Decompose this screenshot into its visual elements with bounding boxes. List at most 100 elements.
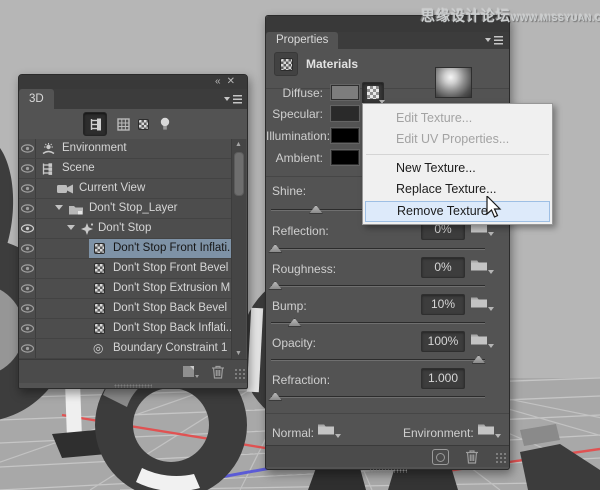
- reflection-slider[interactable]: [268, 244, 485, 254]
- diffuse-color-swatch[interactable]: [331, 85, 359, 100]
- menu-item-new-texture[interactable]: New Texture...: [365, 158, 550, 179]
- new-item-button[interactable]: [182, 365, 199, 379]
- constraint-icon: ◎: [93, 341, 104, 355]
- panel-drag-handle[interactable]: [368, 469, 407, 473]
- filter-scene-button[interactable]: [83, 112, 107, 136]
- visibility-toggle[interactable]: [19, 199, 36, 218]
- row-label: Environment: [62, 142, 127, 154]
- scroll-up-icon[interactable]: ▲: [235, 141, 242, 148]
- visibility-toggle[interactable]: [19, 339, 36, 358]
- 3d-panel: «✕ 3D Environment Scene Current View Don…: [18, 74, 248, 389]
- diffuse-texture-button[interactable]: [362, 82, 385, 104]
- folder-icon: [471, 260, 487, 271]
- normal-texture-button[interactable]: [318, 422, 341, 442]
- reflection-label: Reflection:: [272, 224, 329, 238]
- delete-trash-button[interactable]: [465, 449, 479, 464]
- tree-row-current-view[interactable]: Current View: [19, 179, 231, 199]
- resize-grip[interactable]: [495, 452, 506, 463]
- collapse-panel-icon[interactable]: «: [215, 76, 227, 87]
- material-checker-icon: [94, 323, 105, 334]
- 3d-panel-titlebar[interactable]: «✕: [19, 75, 247, 89]
- tree-row-material[interactable]: Don't Stop Front Bevel ...: [19, 259, 241, 279]
- tree-row-scene[interactable]: Scene: [19, 159, 231, 179]
- panel-menu-icon[interactable]: [224, 94, 242, 105]
- row-label: Don't Stop Extrusion M...: [113, 282, 240, 294]
- scrollbar[interactable]: ▲ ▼: [231, 139, 246, 359]
- section-title: Materials: [306, 57, 359, 71]
- roughness-texture-button[interactable]: [471, 258, 494, 278]
- roughness-value[interactable]: 0%: [421, 257, 465, 278]
- folder-icon: [471, 334, 487, 345]
- tree-row-material[interactable]: Don't Stop Back Bevel ...: [19, 299, 240, 319]
- bump-value[interactable]: 10%: [421, 294, 465, 315]
- refraction-slider[interactable]: [268, 392, 485, 402]
- close-panel-icon[interactable]: ✕: [227, 76, 241, 87]
- opacity-slider[interactable]: [271, 355, 486, 365]
- material-checker-icon: [94, 243, 105, 254]
- visibility-toggle[interactable]: [19, 239, 36, 258]
- tree-row-material[interactable]: Don't Stop Back Inflati...: [19, 319, 235, 339]
- diffuse-label: Diffuse:: [282, 86, 323, 100]
- ambient-color-swatch[interactable]: [331, 150, 359, 165]
- opacity-row: Opacity: 100%: [266, 331, 509, 353]
- watermark-site-url: WWW.MISSYUAN.COM: [511, 13, 600, 23]
- illumination-color-swatch[interactable]: [331, 128, 359, 143]
- panel-drag-handle[interactable]: [114, 384, 152, 388]
- watermark-site-name: 思缘设计论坛: [421, 8, 511, 24]
- eye-icon: [20, 324, 34, 333]
- delete-trash-button[interactable]: [211, 365, 225, 379]
- scene-tree-icon: [90, 118, 101, 130]
- material-preview-sphere[interactable]: [435, 67, 472, 98]
- menu-item-edit-uv-properties: Edit UV Properties...: [396, 132, 510, 146]
- visibility-toggle[interactable]: [19, 279, 36, 298]
- roughness-label: Roughness:: [272, 262, 337, 276]
- diffuse-row: Diffuse:: [266, 67, 509, 104]
- visibility-toggle[interactable]: [19, 299, 36, 318]
- environment-texture-button[interactable]: [478, 422, 501, 442]
- visibility-toggle[interactable]: [19, 319, 36, 338]
- folder-icon: [318, 424, 334, 435]
- properties-tabrow: Properties: [266, 32, 509, 49]
- mesh-grid-icon: [116, 117, 130, 131]
- tree-row-material-selected[interactable]: Don't Stop Front Inflati...: [19, 239, 237, 259]
- eye-icon: [20, 184, 34, 193]
- tree-row-material[interactable]: Don't Stop Extrusion M...: [19, 279, 240, 299]
- eye-icon: [20, 264, 34, 273]
- opacity-texture-button[interactable]: [471, 332, 494, 352]
- scroll-down-icon[interactable]: ▼: [235, 350, 242, 357]
- roughness-slider[interactable]: [268, 281, 485, 291]
- menu-item-remove-texture[interactable]: Remove Texture: [365, 201, 550, 222]
- visibility-toggle[interactable]: [19, 179, 36, 198]
- panel-menu-icon[interactable]: [485, 35, 503, 46]
- folder-icon: [478, 424, 494, 435]
- filter-light-button[interactable]: [153, 112, 177, 136]
- opacity-value[interactable]: 100%: [421, 331, 465, 352]
- menu-item-replace-texture[interactable]: Replace Texture...: [365, 179, 550, 200]
- row-label: Don't Stop: [98, 222, 152, 234]
- texture-context-menu: Edit Texture... Edit UV Properties... Ne…: [362, 103, 553, 225]
- specular-color-swatch[interactable]: [331, 106, 359, 121]
- refraction-value[interactable]: 1.000: [421, 368, 465, 389]
- visibility-toggle[interactable]: [19, 139, 36, 158]
- tree-row-constraint[interactable]: ◎ Boundary Constraint 1: [19, 339, 231, 359]
- filter-material-button[interactable]: [131, 112, 155, 136]
- row-label: Don't Stop_Layer: [89, 202, 178, 214]
- row-label: Don't Stop Front Bevel ...: [113, 262, 242, 274]
- tab-3d[interactable]: 3D: [19, 89, 54, 109]
- visibility-toggle[interactable]: [19, 219, 36, 238]
- tree-row-environment[interactable]: Environment: [19, 139, 231, 159]
- material-ball-button[interactable]: [432, 449, 449, 465]
- refraction-row: Refraction: 1.000: [266, 368, 509, 390]
- visibility-toggle[interactable]: [19, 159, 36, 178]
- visibility-toggle[interactable]: [19, 259, 36, 278]
- bump-texture-button[interactable]: [471, 295, 494, 315]
- collapse-expander-icon[interactable]: [55, 205, 63, 210]
- tree-row-layer-group[interactable]: Don't Stop_Layer: [19, 199, 231, 219]
- collapse-expander-icon[interactable]: [67, 225, 75, 230]
- scroll-thumb[interactable]: [234, 152, 244, 196]
- texture-document-icon: [367, 86, 379, 99]
- bump-slider[interactable]: [271, 318, 485, 328]
- tab-properties[interactable]: Properties: [266, 32, 339, 49]
- tree-row-mesh[interactable]: Don't Stop: [19, 219, 231, 239]
- resize-grip[interactable]: [234, 368, 245, 379]
